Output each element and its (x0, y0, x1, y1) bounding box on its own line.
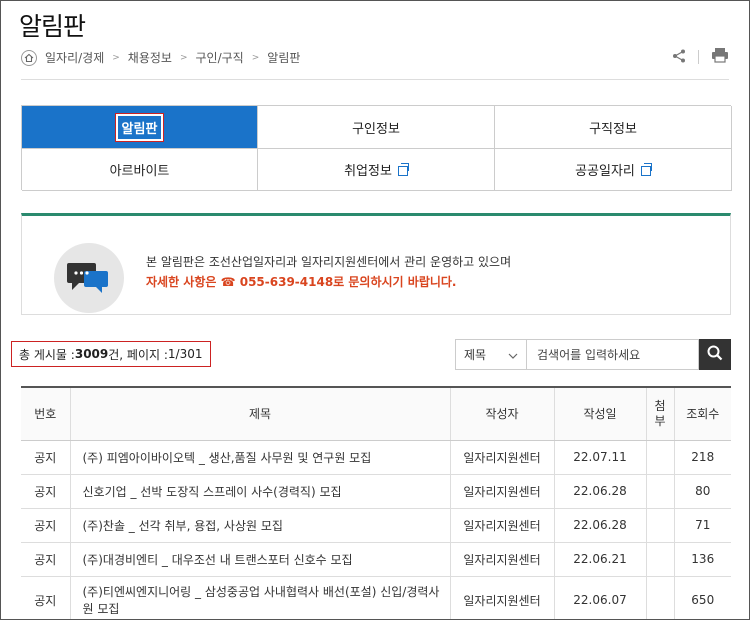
row-attachment (646, 474, 675, 509)
home-icon[interactable] (21, 49, 37, 66)
print-icon[interactable] (711, 47, 729, 67)
page-title: 알림판 (19, 12, 86, 41)
breadcrumb: 일자리/경제 > 채용정보 > 구인/구직 > 알림판 (21, 49, 300, 66)
board-table: 번호 제목 작성자 작성일 첨부 조회수 공지 (주) 피엠아이바이오텍 _ 생… (21, 386, 731, 619)
table-row[interactable]: 공지 신호기업 _ 선박 도장직 스프레이 사수(경력직) 모집 일자리지원센터… (21, 474, 731, 509)
col-header-author: 작성자 (450, 387, 555, 441)
search-field-select[interactable]: 제목 (455, 339, 527, 370)
col-header-number: 번호 (21, 387, 71, 441)
page-tools (672, 47, 729, 67)
notice-contact: 자세한 사항은 ☎ 055-639-4148로 문의하시기 바랍니다. (146, 275, 457, 289)
breadcrumb-item[interactable]: 일자리/경제 (45, 49, 104, 66)
breadcrumb-item-current[interactable]: 알림판 (267, 49, 300, 66)
row-title-link[interactable]: (주)찬솔 _ 선각 취부, 용접, 사상원 모집 (70, 508, 451, 543)
row-date: 22.06.07 (554, 576, 647, 619)
row-title-link[interactable]: 신호기업 _ 선박 도장직 스프레이 사수(경력직) 모집 (70, 474, 451, 509)
row-attachment (646, 576, 675, 619)
row-number: 공지 (21, 508, 71, 543)
row-number: 공지 (21, 440, 71, 475)
col-header-date: 작성일 (554, 387, 647, 441)
breadcrumb-item[interactable]: 구인/구직 (196, 49, 244, 66)
tab-job-seekers[interactable]: 구직정보 (495, 106, 732, 149)
tab-part-time[interactable]: 아르바이트 (22, 149, 258, 191)
title-divider (21, 79, 729, 80)
page-frame: 알림판 일자리/경제 > 채용정보 > 구인/구직 > 알림판 알림판 구인정보… (0, 0, 750, 620)
row-views: 80 (674, 474, 731, 509)
search-input[interactable] (527, 339, 699, 370)
chat-bubble-icon (54, 243, 124, 313)
row-title-link[interactable]: (주)티엔씨엔지니어링 _ 삼성중공업 사내협력사 배선(포설) 신입/경력사원… (70, 576, 451, 619)
notice-box: 본 알림판은 조선산업일자리과 일자리지원센터에서 관리 운영하고 있으며 자세… (21, 213, 731, 315)
table-row[interactable]: 공지 (주)찬솔 _ 선각 취부, 용접, 사상원 모집 일자리지원센터 22.… (21, 508, 731, 543)
row-author: 일자리지원센터 (450, 542, 555, 577)
row-author: 일자리지원센터 (450, 440, 555, 475)
table-header-row: 번호 제목 작성자 작성일 첨부 조회수 (21, 387, 731, 441)
row-attachment (646, 440, 675, 475)
row-views: 136 (674, 542, 731, 577)
row-number: 공지 (21, 542, 71, 577)
row-author: 일자리지원센터 (450, 474, 555, 509)
chevron-down-icon (508, 348, 518, 362)
row-date: 22.06.28 (554, 508, 647, 543)
col-header-attachment: 첨부 (646, 387, 675, 441)
col-header-title: 제목 (70, 387, 451, 441)
tab-public-jobs[interactable]: 공공일자리 (495, 149, 732, 191)
table-row[interactable]: 공지 (주)대경비엔티 _ 대우조선 내 트랜스포터 신호수 모집 일자리지원센… (21, 542, 731, 577)
page-indicator: 1/301 (167, 347, 203, 361)
search-bar: 제목 (455, 339, 731, 370)
post-total: 3009 (74, 347, 109, 361)
post-count: 총 게시물 : 3009 건, 페이지 : 1/301 (11, 341, 211, 367)
row-date: 22.06.28 (554, 474, 647, 509)
external-link-icon (397, 162, 409, 176)
row-views: 71 (674, 508, 731, 543)
search-icon (707, 345, 723, 364)
board-tabs: 알림판 구인정보 구직정보 아르바이트 취업정보 공공일자리 (21, 105, 732, 191)
search-button[interactable] (699, 339, 731, 370)
row-title-link[interactable]: (주) 피엠아이바이오텍 _ 생산,품질 사무원 및 연구원 모집 (70, 440, 451, 475)
tools-divider (698, 50, 699, 64)
row-number: 공지 (21, 474, 71, 509)
tab-job-offers[interactable]: 구인정보 (258, 106, 495, 149)
share-icon[interactable] (672, 48, 686, 67)
row-attachment (646, 542, 675, 577)
row-attachment (646, 508, 675, 543)
row-date: 22.06.21 (554, 542, 647, 577)
breadcrumb-item[interactable]: 채용정보 (128, 49, 172, 66)
tab-employment-info[interactable]: 취업정보 (258, 149, 495, 191)
row-author: 일자리지원센터 (450, 508, 555, 543)
row-number: 공지 (21, 576, 71, 619)
tab-notice-board[interactable]: 알림판 (22, 106, 258, 149)
table-row[interactable]: 공지 (주)티엔씨엔지니어링 _ 삼성중공업 사내협력사 배선(포설) 신입/경… (21, 576, 731, 619)
chevron-right-icon: > (179, 52, 188, 63)
chevron-right-icon: > (112, 52, 120, 63)
row-title-link[interactable]: (주)대경비엔티 _ 대우조선 내 트랜스포터 신호수 모집 (70, 542, 451, 577)
row-author: 일자리지원센터 (450, 576, 555, 619)
table-row[interactable]: 공지 (주) 피엠아이바이오텍 _ 생산,품질 사무원 및 연구원 모집 일자리… (21, 440, 731, 475)
row-views: 218 (674, 440, 731, 475)
row-date: 22.07.11 (554, 440, 647, 475)
external-link-icon (640, 162, 652, 176)
col-header-views: 조회수 (674, 387, 731, 441)
chevron-right-icon: > (251, 52, 260, 63)
notice-text: 본 알림판은 조선산업일자리과 일자리지원센터에서 관리 운영하고 있으며 (146, 255, 512, 269)
row-views: 650 (674, 576, 731, 619)
